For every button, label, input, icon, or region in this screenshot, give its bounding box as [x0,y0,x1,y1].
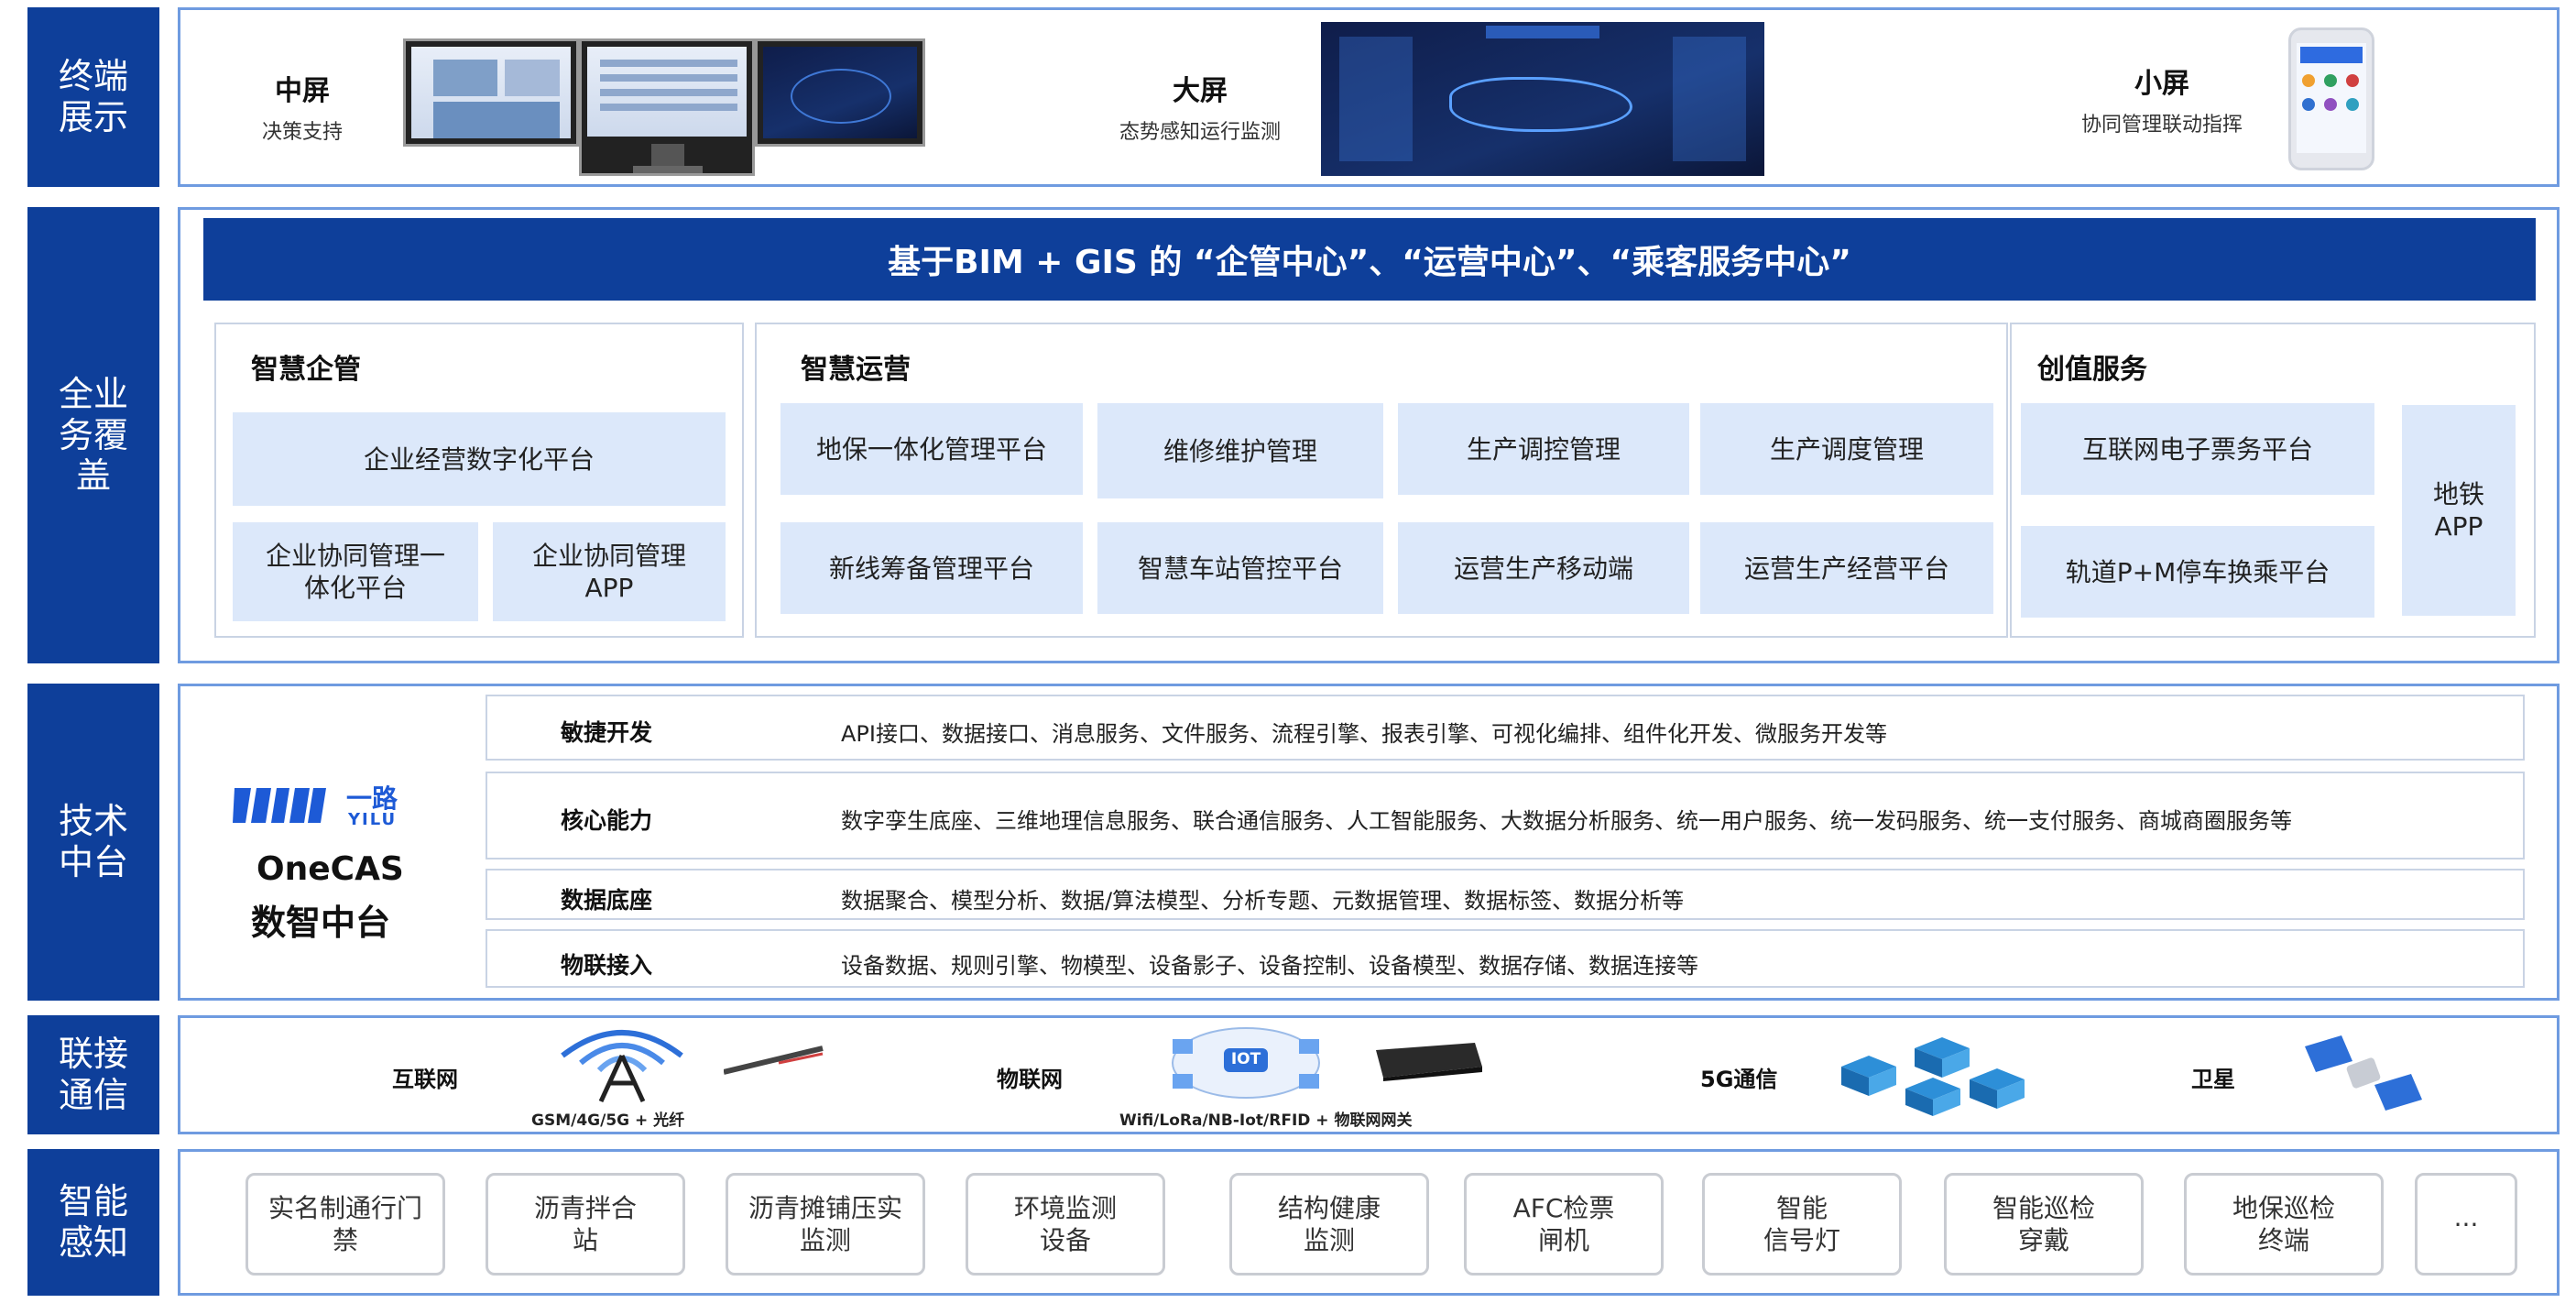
tech-row-iot-name: 物联接入 [561,952,653,979]
tech-row-iot: 物联接入 设备数据、规则引擎、物模型、设备影子、设备控制、设备模型、数据存储、数… [486,929,2525,988]
big-screen-image [1321,22,1764,176]
monitor-left-image [403,38,579,147]
terminal-mid-title: 中屏 [275,75,330,107]
satellite-icon [2299,1034,2428,1112]
tech-row-data: 数据底座 数据聚合、模型分析、数据/算法模型、分析专题、元数据管理、数据标签、数… [486,869,2525,920]
iot-cloud-icon: IOT [1163,1021,1328,1105]
layer-label-connect: 联接 通信 [27,1015,159,1134]
cell-ops-1: 维修维护管理 [1097,403,1383,498]
cell-ops-4: 新线筹备管理平台 [780,522,1083,614]
connect-satellite-label: 卫星 [2191,1067,2235,1092]
tech-row-data-desc: 数据聚合、模型分析、数据/算法模型、分析专题、元数据管理、数据标签、数据分析等 [841,888,1685,914]
perception-item-7: 智能巡检 穿戴 [1944,1173,2144,1276]
section-smart-mgmt-title: 智慧企管 [251,354,361,386]
connect-5g-label: 5G通信 [1700,1067,1778,1092]
perception-item-more: ··· [2415,1173,2517,1276]
cell-value-2: 地铁 APP [2402,405,2516,616]
perception-item-0: 实名制通行门 禁 [246,1173,445,1276]
iot-icon-text: IOT [1230,1050,1261,1068]
cell-ops-0: 地保一体化管理平台 [780,403,1083,495]
section-smart-ops-title: 智慧运营 [801,354,911,386]
tech-row-agile-name: 敏捷开发 [561,719,653,746]
cell-value-0: 互联网电子票务平台 [2021,403,2374,495]
connect-iot-sub: Wifi/LoRa/NB-Iot/RFID + 物联网网关 [1119,1111,1413,1130]
layer-label-terminal: 终端 展示 [27,7,159,187]
phone-image [2288,27,2374,170]
connect-internet-sub: GSM/4G/5G + 光纤 [531,1111,685,1130]
gateway-device-icon [1367,1039,1486,1081]
signal-tower-icon [544,1019,700,1103]
perception-item-6: 智能 信号灯 [1702,1173,1902,1276]
terminal-big-sub: 态势感知运行监测 [1119,121,1281,144]
tech-row-agile: 敏捷开发 API接口、数据接口、消息服务、文件服务、流程引擎、报表引擎、可视化编… [486,695,2525,761]
cell-ops-3: 生产调度管理 [1700,403,1993,495]
brand-sub: 数智中台 [251,903,391,943]
cell-ops-5: 智慧车站管控平台 [1097,522,1383,614]
perception-item-8: 地保巡检 终端 [2184,1173,2384,1276]
terminal-big-title: 大屏 [1173,75,1228,107]
brand-name: OneCAS [257,850,404,888]
perception-item-1: 沥青拌合 站 [486,1173,685,1276]
terminal-mid-sub: 决策支持 [261,121,343,144]
cell-ops-7: 运营生产经营平台 [1700,522,1993,614]
cell-enterprise-collab-app: 企业协同管理 APP [493,522,726,621]
terminal-small: 小屏 协同管理联动指挥 [2052,60,2272,137]
cell-enterprise-digital-platform: 企业经营数字化平台 [233,412,726,506]
perception-item-3: 环境监测 设备 [966,1173,1165,1276]
terminal-small-sub: 协同管理联动指挥 [2080,114,2243,137]
monitor-right-image [755,38,925,147]
layer-label-perception: 智能 感知 [27,1149,159,1296]
tech-row-data-name: 数据底座 [561,887,653,914]
perception-item-5: AFC检票 闸机 [1464,1173,1664,1276]
monitor-center-image [579,38,755,176]
tech-row-core-desc: 数字孪生底座、三维地理信息服务、联合通信服务、人工智能服务、大数据分析服务、统一… [841,808,2292,834]
terminal-big: 大屏 态势感知运行监测 [1090,68,1310,145]
cell-value-1: 轨道P+M停车换乘平台 [2021,526,2374,618]
5g-network-icon [1832,1030,2037,1118]
perception-item-4: 结构健康 监测 [1229,1173,1429,1276]
terminal-small-title: 小屏 [2134,68,2189,100]
fiber-cable-icon [723,1045,824,1076]
tech-row-core-name: 核心能力 [561,807,653,834]
connect-internet-label: 互联网 [392,1067,458,1092]
layer-label-business: 全业 务覆 盖 [27,207,159,663]
tech-row-core: 核心能力 数字孪生底座、三维地理信息服务、联合通信服务、人工智能服务、大数据分析… [486,772,2525,860]
cell-ops-2: 生产调控管理 [1398,403,1689,495]
tech-row-iot-desc: 设备数据、规则引擎、物模型、设备影子、设备控制、设备模型、数据存储、数据连接等 [841,953,1698,979]
cell-ops-6: 运营生产移动端 [1398,522,1689,614]
tech-row-agile-desc: API接口、数据接口、消息服务、文件服务、流程引擎、报表引擎、可视化编排、组件化… [841,721,1887,747]
layer-label-tech: 技术 中台 [27,684,159,1001]
section-value-service-title: 创值服务 [2037,354,2147,386]
cell-enterprise-collab-platform: 企业协同管理一 体化平台 [233,522,478,621]
logo-en-text: YILU [348,810,398,829]
terminal-mid: 中屏 决策支持 [220,68,385,145]
business-banner: 基于BIM + GIS 的 “企管中心”、“运营中心”、“乘客服务中心” [203,218,2536,301]
connect-iot-label: 物联网 [997,1067,1063,1092]
perception-item-2: 沥青摊铺压实 监测 [726,1173,925,1276]
